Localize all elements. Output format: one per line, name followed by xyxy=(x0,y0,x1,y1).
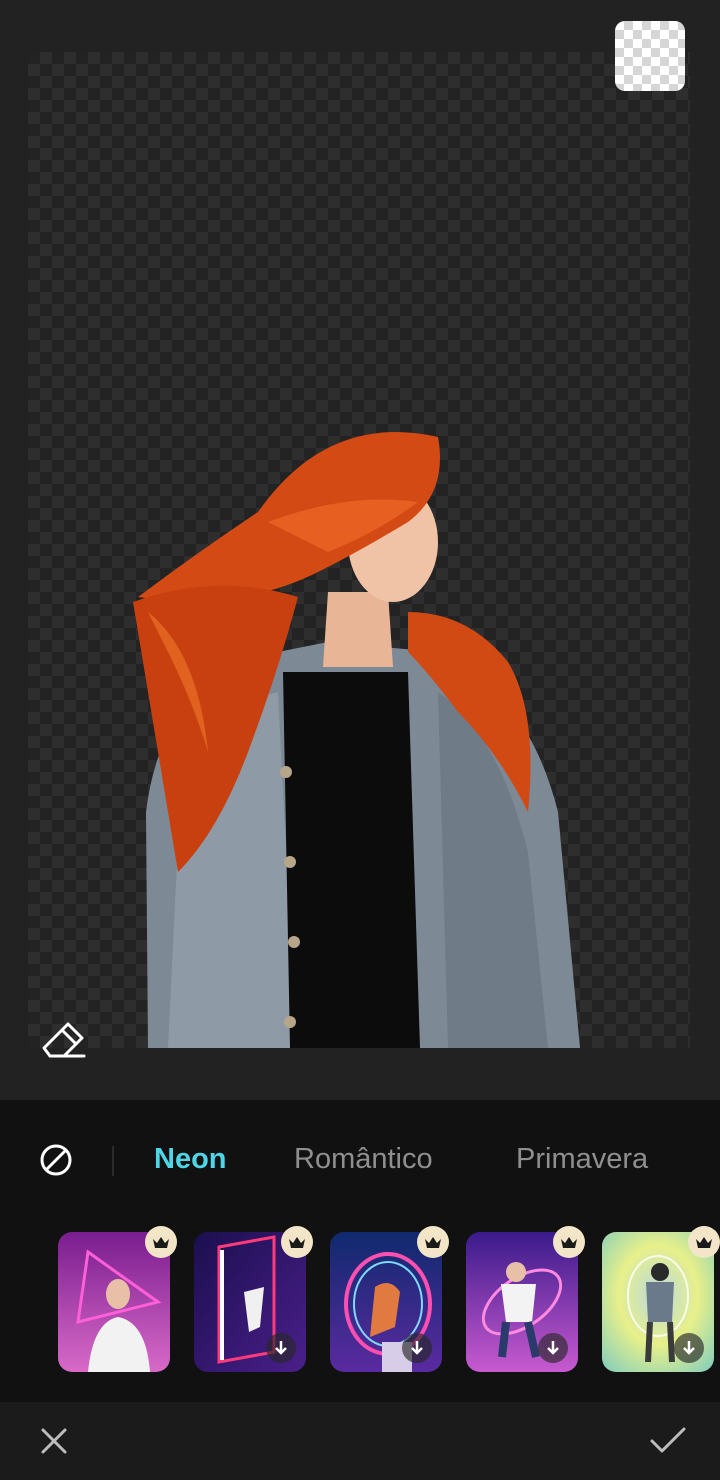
download-icon[interactable] xyxy=(538,1333,568,1363)
premium-crown-icon xyxy=(417,1226,449,1258)
download-icon[interactable] xyxy=(402,1333,432,1363)
premium-crown-icon xyxy=(281,1226,313,1258)
tab-divider xyxy=(112,1146,114,1176)
close-icon[interactable] xyxy=(38,1425,70,1457)
premium-crown-icon xyxy=(145,1226,177,1258)
check-icon[interactable] xyxy=(648,1423,688,1459)
no-effect-icon[interactable] xyxy=(38,1142,74,1178)
tab-romantico[interactable]: Romântico xyxy=(294,1140,433,1178)
download-icon[interactable] xyxy=(266,1333,296,1363)
premium-crown-icon xyxy=(553,1226,585,1258)
download-icon[interactable] xyxy=(674,1333,704,1363)
premium-crown-icon xyxy=(688,1226,720,1258)
eraser-icon[interactable] xyxy=(38,1018,88,1060)
action-bar xyxy=(0,1402,720,1480)
tab-neon[interactable]: Neon xyxy=(154,1140,227,1178)
cutout-subject-image xyxy=(133,432,580,1048)
transparent-background-button[interactable] xyxy=(615,21,685,91)
tab-primavera[interactable]: Primavera xyxy=(516,1140,648,1178)
editing-canvas[interactable] xyxy=(28,52,690,1048)
